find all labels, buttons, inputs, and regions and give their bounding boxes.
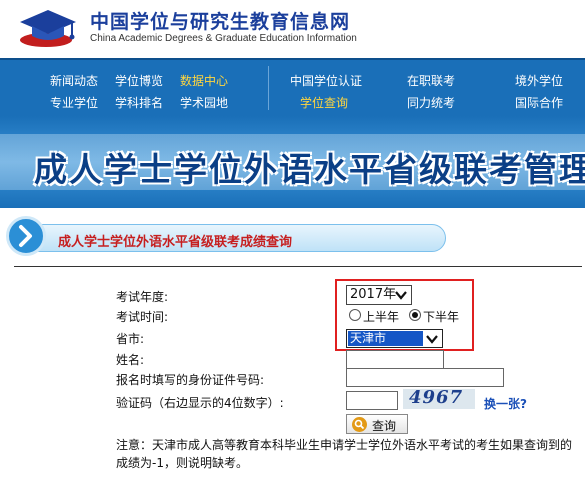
nav-item-overseas-degree[interactable]: 境外学位 xyxy=(515,72,563,89)
query-button-label: 查询 xyxy=(372,419,397,433)
id-number-label: 报名时填写的身份证件号码: xyxy=(116,373,265,387)
site-header: 中国学位与研究生教育信息网 China Academic Degrees & G… xyxy=(0,0,585,58)
nav-item-discipline-ranking[interactable]: 学科排名 xyxy=(115,94,163,111)
main-nav: 新闻动态 学位博览 数据中心 中国学位认证 在职联考 境外学位 专业学位 学科排… xyxy=(0,58,585,116)
name-input[interactable] xyxy=(346,350,444,369)
page-banner: 成人学士学位外语水平省级联考管理信息 xyxy=(0,116,585,208)
highlight-annotation-box xyxy=(335,279,474,351)
nav-item-inservice-exam[interactable]: 在职联考 xyxy=(407,72,455,89)
id-number-input[interactable] xyxy=(346,368,504,387)
nav-item-academic-garden[interactable]: 学术园地 xyxy=(180,94,228,111)
nav-item-unified-exam[interactable]: 同力统考 xyxy=(407,94,455,111)
chevron-right-icon xyxy=(19,225,32,247)
magnifier-glyph-icon xyxy=(354,419,365,430)
captcha-image: 4967 xyxy=(403,389,475,409)
captcha-image-text: 4967 xyxy=(409,389,464,408)
captcha-label: 验证码（右边显示的4位数字）: xyxy=(116,396,284,410)
section-title: 成人学士学位外语水平省级联考成绩查询 xyxy=(58,235,293,250)
nav-item-degree-expo[interactable]: 学位博览 xyxy=(115,72,163,89)
section-header: 成人学士学位外语水平省级联考成绩查询 xyxy=(6,214,446,258)
exam-time-label: 考试时间: xyxy=(116,310,169,324)
name-label: 姓名: xyxy=(116,353,145,367)
nav-item-degree-query[interactable]: 学位查询 xyxy=(300,94,348,111)
captcha-input[interactable] xyxy=(346,391,398,410)
nav-item-professional-degree[interactable]: 专业学位 xyxy=(50,94,98,111)
notice-text: 注意：天津市成人高等教育本科毕业生申请学士学位外语水平考试的考生如果查询到的成绩… xyxy=(116,438,573,470)
site-title[interactable]: 中国学位与研究生教育信息网 xyxy=(90,7,350,34)
search-icon xyxy=(352,417,367,432)
change-captcha-link[interactable]: 换一张? xyxy=(484,395,527,412)
section-arrow-badge xyxy=(6,216,46,256)
nav-item-degree-certification[interactable]: 中国学位认证 xyxy=(290,72,362,89)
nav-item-news[interactable]: 新闻动态 xyxy=(50,72,98,89)
province-label: 省市: xyxy=(116,332,145,346)
banner-title: 成人学士学位外语水平省级联考管理信息 xyxy=(34,150,585,189)
query-button[interactable]: 查询 xyxy=(346,414,408,434)
exam-year-label: 考试年度: xyxy=(116,290,169,304)
nav-divider xyxy=(268,66,269,110)
nav-item-international[interactable]: 国际合作 xyxy=(515,94,563,111)
section-divider xyxy=(14,266,582,267)
nav-item-data-center[interactable]: 数据中心 xyxy=(180,72,228,89)
graduation-cap-logo-icon[interactable] xyxy=(16,6,80,50)
site-subtitle: China Academic Degrees & Graduate Educat… xyxy=(90,33,357,44)
